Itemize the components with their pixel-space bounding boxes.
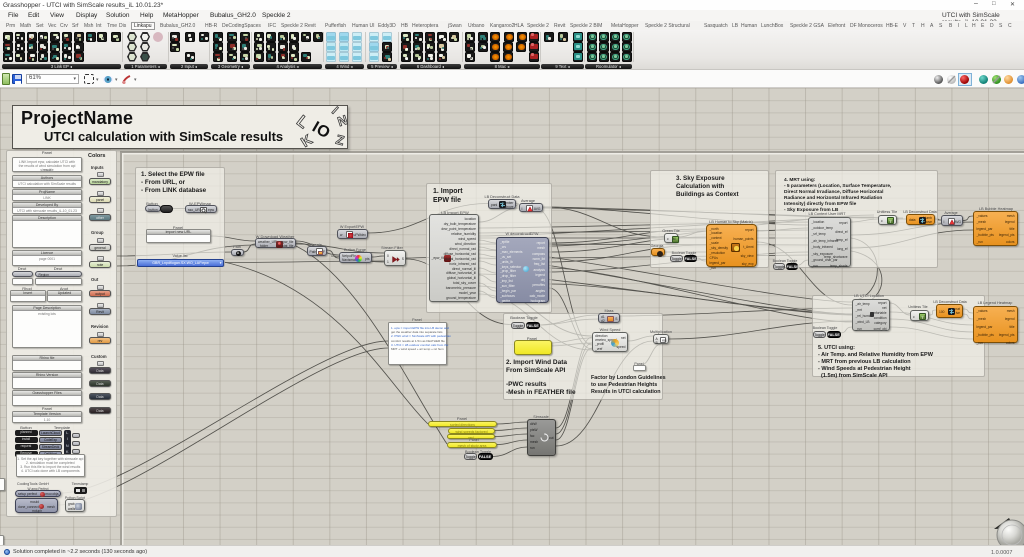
svg-text:IO: IO [309,119,333,143]
svg-text:L: L [296,113,311,133]
svg-text:Z: Z [334,132,345,148]
svg-text:N: N [336,112,348,129]
